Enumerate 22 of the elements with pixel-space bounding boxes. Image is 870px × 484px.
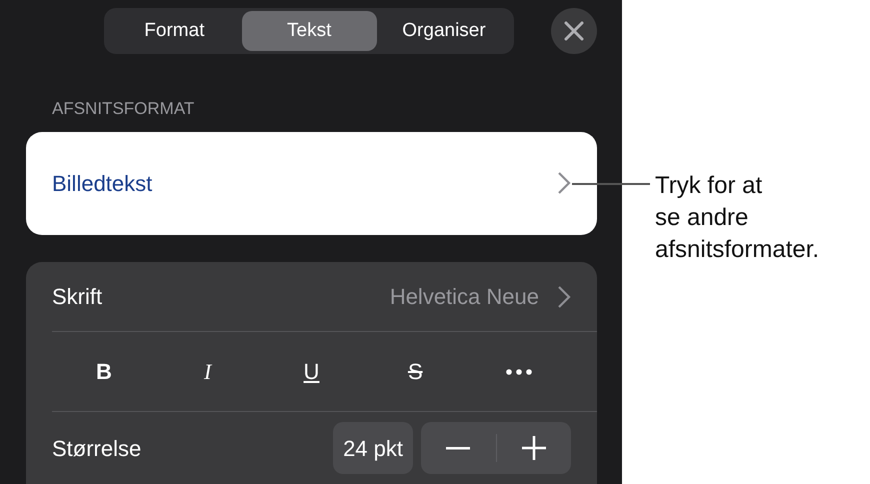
tab[interactable]: Tekst: [242, 11, 377, 51]
size-label: Størrelse: [52, 434, 142, 462]
underline-button[interactable]: U: [260, 348, 364, 394]
more-icon: [506, 368, 532, 374]
font-value[interactable]: Helvetica Neue: [390, 280, 539, 313]
italic-button[interactable]: I: [156, 348, 260, 394]
chevron-right-icon: [557, 171, 571, 196]
bold-button[interactable]: B: [52, 348, 156, 394]
close-icon: [564, 21, 584, 41]
close-button[interactable]: [551, 8, 597, 54]
font-label: Skrift: [52, 283, 102, 311]
size-stepper[interactable]: [421, 422, 571, 474]
section-header: AFSNITSFORMAT: [52, 98, 196, 120]
callout-text: Tryk for at se andre afsnitsformater.: [655, 171, 820, 265]
paragraph-style-row[interactable]: Billedtekst: [26, 132, 597, 235]
size-field[interactable]: 24 pkt: [333, 422, 413, 474]
tab[interactable]: Organiser: [376, 11, 512, 51]
minus-icon: [446, 446, 470, 450]
strikethrough-button[interactable]: S: [363, 348, 468, 394]
tab[interactable]: Format: [107, 11, 242, 51]
plus-icon: [522, 436, 546, 460]
chevron-right-icon[interactable]: [557, 284, 571, 308]
